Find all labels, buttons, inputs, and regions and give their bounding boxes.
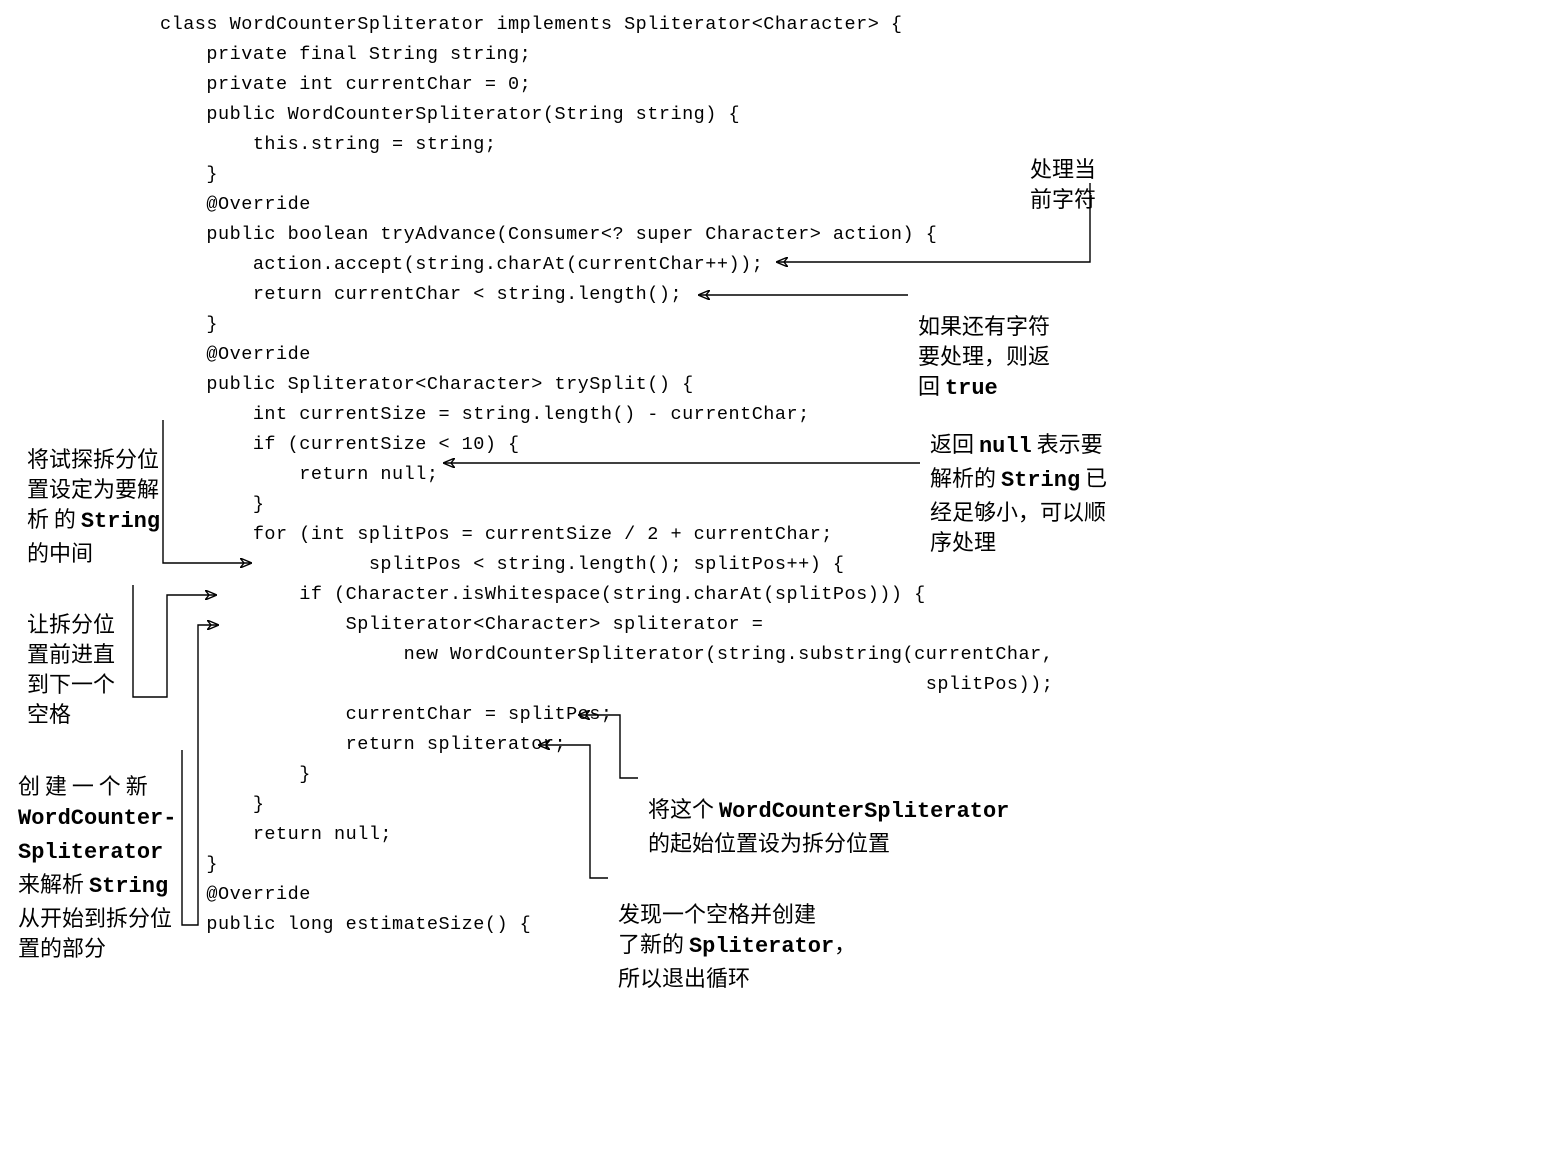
annot-return-null: 返回 null 表示要 解析的 String 已 经足够小，可以顺 序处理 bbox=[930, 398, 1160, 556]
annot-return-true: 如果还有字符 要处理，则返 回 true bbox=[918, 280, 1050, 404]
annot-split-mid: 将试探拆分位 置设定为要解 析 的 String 的中间 bbox=[27, 413, 167, 567]
annot-exit-loop: 发现一个空格并创建 了新的 Spliterator， 所以退出循环 bbox=[618, 868, 856, 992]
annot-set-start: 将这个 WordCounterSpliterator 的起始位置设为拆分位置 bbox=[648, 763, 1009, 857]
annot-create-new: 创 建 一 个 新 WordCounter- Spliterator 来解析 S… bbox=[18, 740, 178, 962]
annot-advance-split: 让拆分位 置前进直 到下一个 空格 bbox=[27, 578, 147, 728]
annot-process-current-char: 处理当 前字符 bbox=[1030, 123, 1096, 213]
